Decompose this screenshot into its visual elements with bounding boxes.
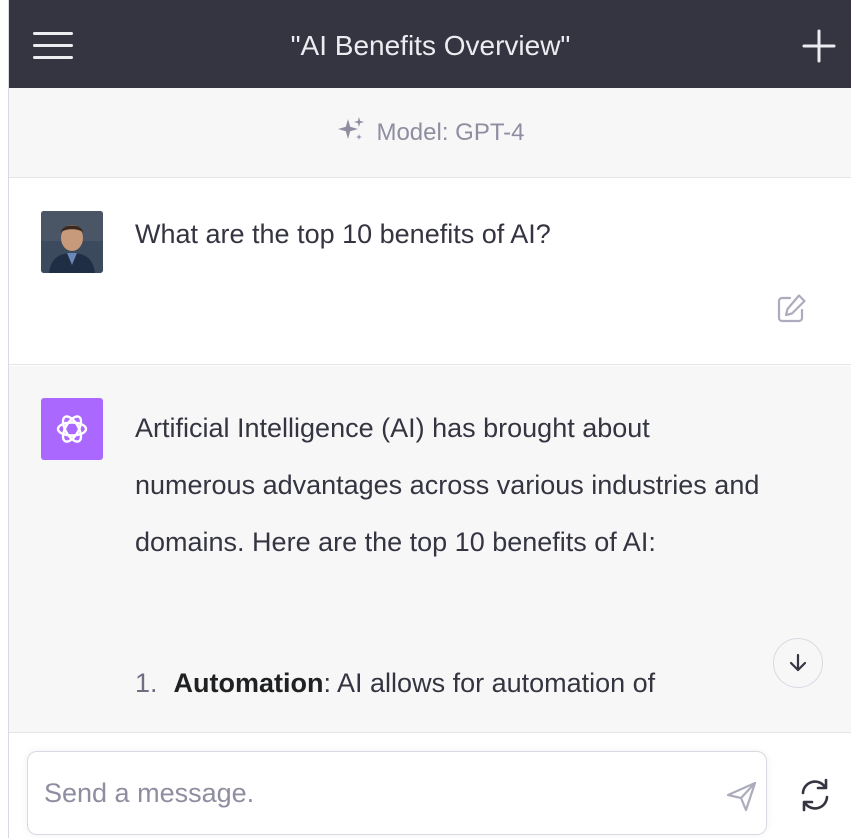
assistant-message: Artificial Intelligence (AI) has brought… [9,366,851,732]
regenerate-icon[interactable] [795,775,835,815]
assistant-intro-text: Artificial Intelligence (AI) has brought… [135,413,760,557]
chat-window: "AI Benefits Overview" Model: GPT-4 What… [8,0,851,838]
arrow-down-icon[interactable] [773,638,823,688]
sparkle-icon [336,115,366,152]
edit-icon[interactable] [773,291,809,327]
user-message: What are the top 10 benefits of AI? [9,179,851,365]
message-input[interactable] [42,770,682,816]
list-item-text: : AI allows for automation of [323,668,656,698]
user-avatar [41,211,103,273]
plus-icon[interactable] [801,28,837,64]
list-item-number: 1. [135,668,158,698]
header-bar: "AI Benefits Overview" [9,0,851,88]
model-label: Model: GPT-4 [376,119,525,146]
message-input-box[interactable] [27,751,767,835]
send-icon[interactable] [724,778,760,814]
model-bar: Model: GPT-4 [9,88,851,178]
user-message-text: What are the top 10 benefits of AI? [135,219,551,249]
chat-title: "AI Benefits Overview" [290,30,571,61]
list-item-title: Automation [173,668,324,698]
list-item: 1. Automation: AI allows for automation o… [135,668,655,699]
openai-logo-icon [41,398,103,460]
composer [9,732,851,838]
hamburger-menu-icon[interactable] [33,30,73,60]
